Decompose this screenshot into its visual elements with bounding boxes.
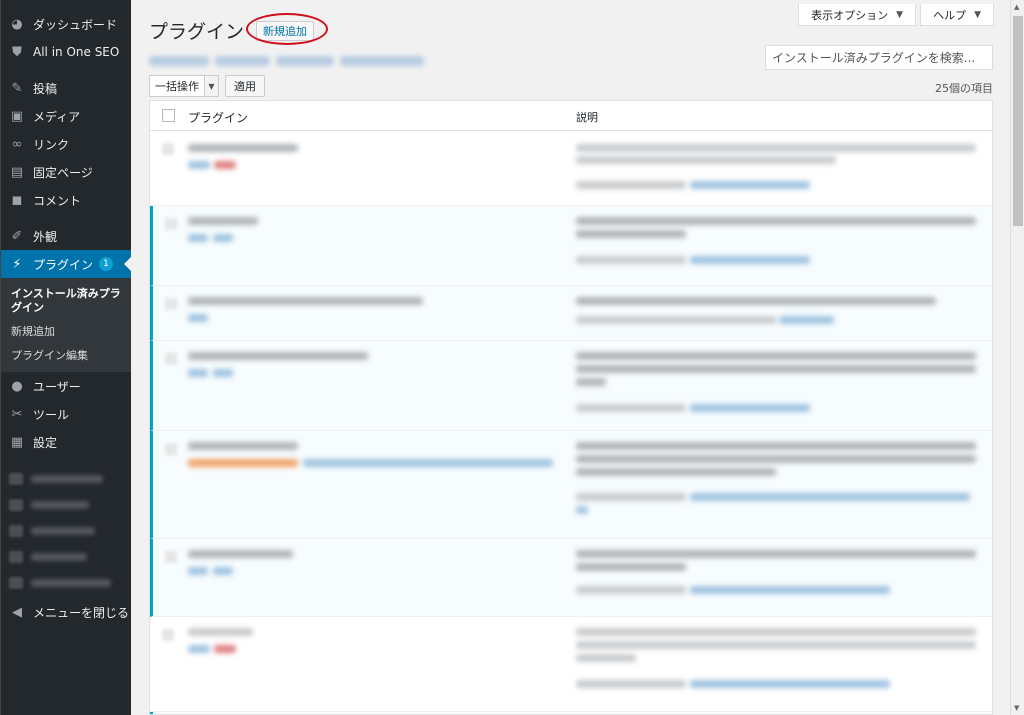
page-scrollbar[interactable]: ▲ ▼ xyxy=(1010,0,1024,715)
menu-tools[interactable]: ✂ ツール xyxy=(1,400,131,428)
scroll-up-icon[interactable]: ▲ xyxy=(1014,3,1019,11)
menu-label: ツール xyxy=(33,407,70,422)
table-header: プラグイン 説明 xyxy=(150,101,992,131)
appearance-icon: ✐ xyxy=(11,228,23,244)
menu-plugins[interactable]: ⚡ プラグイン 1 xyxy=(1,250,131,278)
update-count-badge: 1 xyxy=(99,257,114,271)
menu-label: All in One SEO xyxy=(33,45,120,59)
page-icon: ▤ xyxy=(10,164,24,180)
user-icon: ● xyxy=(11,378,23,394)
menu-label: 固定ページ xyxy=(33,165,93,180)
submenu-plugin-editor[interactable]: プラグイン編集 xyxy=(1,346,131,366)
page-title: プラグイン xyxy=(149,21,245,43)
table-row[interactable] xyxy=(150,206,992,286)
table-row[interactable] xyxy=(150,431,992,539)
menu-links[interactable]: ∞ リンク xyxy=(1,130,131,158)
menu-pages[interactable]: ▤ 固定ページ xyxy=(1,158,131,186)
menu-label: 外観 xyxy=(33,229,58,244)
blurred-menu-item[interactable] xyxy=(9,492,123,518)
plugin-icon: ⚡ xyxy=(12,256,22,272)
menu-comments[interactable]: ◼ コメント xyxy=(1,186,131,214)
pin-icon: ✎ xyxy=(11,80,23,96)
menu-label: ダッシュボード xyxy=(33,17,118,32)
bulk-action-select[interactable]: 一括操作 ▼ xyxy=(149,75,219,97)
highlight-circle xyxy=(246,13,328,45)
dashboard-icon: ◕ xyxy=(11,16,23,32)
screen-options-button[interactable]: 表示オプション ▼ xyxy=(798,4,916,26)
chevron-down-icon: ▼ xyxy=(204,76,218,96)
select-all-checkbox[interactable] xyxy=(162,109,175,122)
menu-dashboard[interactable]: ◕ ダッシュボード xyxy=(1,10,131,38)
column-header-plugin: プラグイン xyxy=(188,111,249,125)
menu-posts[interactable]: ✎ 投稿 xyxy=(1,74,131,102)
menu-label: コメント xyxy=(33,193,82,208)
collapse-icon: ◀ xyxy=(12,604,22,620)
admin-sidebar: ◕ ダッシュボード ⛊ All in One SEO ✎ 投稿 ▣ メディア ∞ リンク … xyxy=(0,0,131,715)
collapse-menu-button[interactable]: ◀ メニューを閉じる xyxy=(1,598,131,626)
plugins-submenu: インストール済みプラグイン 新規追加 プラグイン編集 xyxy=(1,278,131,372)
menu-label: メニューを閉じる xyxy=(33,605,130,620)
menu-label: ユーザー xyxy=(33,379,81,394)
settings-icon: ▦ xyxy=(10,434,24,450)
menu-users[interactable]: ● ユーザー xyxy=(1,372,131,400)
plugin-table: プラグイン 説明 xyxy=(149,100,993,715)
scrollbar-thumb[interactable] xyxy=(1013,16,1023,226)
bulk-action-value: 一括操作 xyxy=(155,80,199,93)
blurred-menu-item[interactable] xyxy=(9,518,123,544)
filter-links[interactable] xyxy=(149,56,424,66)
table-row[interactable] xyxy=(150,341,992,431)
wrench-icon: ✂ xyxy=(11,406,23,422)
submenu-installed-plugins[interactable]: インストール済みプラグイン xyxy=(1,284,131,318)
items-count: 25個の項目 xyxy=(935,82,993,95)
table-row[interactable] xyxy=(150,286,992,341)
link-icon: ∞ xyxy=(11,136,23,152)
menu-appearance[interactable]: ✐ 外観 xyxy=(1,222,131,250)
dropdown-arrow-icon: ▼ xyxy=(896,9,903,20)
plugin-search-input[interactable]: インストール済みプラグインを検索... xyxy=(765,45,993,70)
menu-label: 投稿 xyxy=(33,81,58,96)
menu-settings[interactable]: ▦ 設定 xyxy=(1,428,131,456)
shield-icon: ⛊ xyxy=(12,44,22,60)
main-content: 表示オプション ▼ ヘルプ ▼ プラグイン 新規追加 インストール済みプラグインを検… xyxy=(131,0,1010,715)
blurred-menu-item[interactable] xyxy=(9,570,123,596)
media-icon: ▣ xyxy=(10,108,24,124)
help-label: ヘルプ xyxy=(933,8,967,22)
comment-icon: ◼ xyxy=(11,192,23,208)
submenu-add-new[interactable]: 新規追加 xyxy=(1,322,131,342)
table-row[interactable] xyxy=(150,131,992,206)
blurred-menu-item[interactable] xyxy=(9,544,123,570)
menu-media[interactable]: ▣ メディア xyxy=(1,102,131,130)
table-row[interactable] xyxy=(150,539,992,617)
table-row[interactable] xyxy=(150,617,992,712)
menu-label: メディア xyxy=(33,109,81,124)
menu-label: リンク xyxy=(33,137,70,152)
column-header-description: 説明 xyxy=(576,111,598,124)
screen-options-label: 表示オプション xyxy=(811,8,889,22)
menu-label: プラグイン xyxy=(33,257,94,272)
menu-label: 設定 xyxy=(33,435,58,450)
menu-all-in-one-seo[interactable]: ⛊ All in One SEO xyxy=(1,38,131,66)
scroll-down-icon[interactable]: ▼ xyxy=(1014,704,1019,712)
apply-button[interactable]: 適用 xyxy=(225,75,265,97)
dropdown-arrow-icon: ▼ xyxy=(974,9,981,20)
blurred-menu-item[interactable] xyxy=(9,466,123,492)
help-button[interactable]: ヘルプ ▼ xyxy=(920,4,994,26)
